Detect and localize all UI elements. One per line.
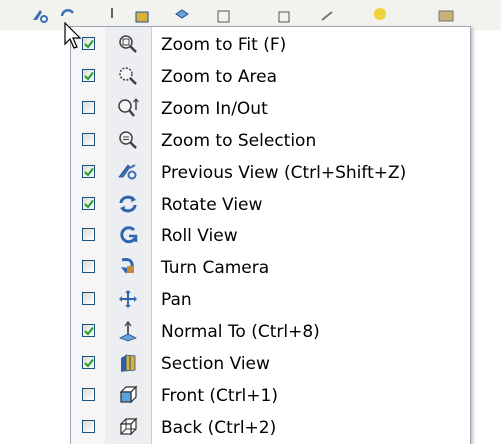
- rotate-view-icon: [117, 193, 139, 215]
- menu-item-label: Roll View: [161, 226, 238, 247]
- menu-item[interactable]: Rotate View: [71, 189, 470, 221]
- normal-to-icon: [117, 320, 139, 342]
- menu-item[interactable]: Zoom to Selection: [71, 125, 470, 157]
- menu-item-label: Section View: [161, 354, 270, 374]
- menu-item-checkbox[interactable]: [82, 68, 95, 82]
- hide-show-icon[interactable]: [274, 6, 294, 26]
- roll-view-icon: [117, 224, 139, 246]
- menu-item[interactable]: Turn Camera: [71, 252, 470, 284]
- menu-item-checkbox[interactable]: [82, 228, 95, 242]
- menu-item-checkbox[interactable]: [82, 356, 95, 369]
- menu-item[interactable]: Previous View (Ctrl+Shift+Z): [71, 157, 470, 189]
- section-view-icon: [117, 352, 139, 374]
- section-view-icon[interactable]: [132, 6, 152, 26]
- normal-to-icon[interactable]: [102, 6, 122, 26]
- menu-item-checkbox[interactable]: [82, 132, 95, 146]
- turn-camera-icon: [117, 256, 139, 278]
- edit-appearance-icon[interactable]: [318, 6, 338, 26]
- previous-view-icon: [117, 161, 139, 183]
- menu-item-checkbox[interactable]: [82, 100, 95, 114]
- menu-item-label: Pan: [161, 290, 192, 311]
- menu-item-checkbox[interactable]: [82, 387, 95, 401]
- menu-item[interactable]: Zoom to Area: [71, 61, 470, 93]
- menu-item-label: Back (Ctrl+2): [161, 417, 277, 438]
- lights-icon[interactable]: [370, 6, 390, 26]
- previous-view-icon[interactable]: [30, 6, 50, 26]
- menu-item-label: Zoom In/Out: [161, 98, 268, 119]
- menu-item-label: Zoom to Fit (F): [161, 35, 287, 55]
- menu-item-label: Front (Ctrl+1): [161, 385, 278, 406]
- menu-item-label: Turn Camera: [161, 258, 270, 279]
- pan-icon: [117, 288, 139, 310]
- view-orientation-icon[interactable]: [172, 6, 192, 26]
- menu-item[interactable]: Zoom In/Out: [71, 93, 470, 125]
- zoom-to-fit-icon: [117, 33, 139, 55]
- menu-item[interactable]: Pan: [71, 284, 470, 316]
- menu-item-label: Normal To (Ctrl+8): [161, 322, 320, 343]
- menu-item-checkbox[interactable]: [82, 324, 95, 338]
- menu-item-checkbox[interactable]: [82, 164, 95, 178]
- front-view-icon: [117, 384, 139, 406]
- mouse-cursor-icon: [64, 21, 82, 54]
- menu-item[interactable]: Roll View: [71, 220, 470, 252]
- menu-item[interactable]: Back (Ctrl+2): [71, 412, 470, 444]
- menu-item-label: Zoom to Selection: [161, 130, 317, 151]
- menu-item-checkbox[interactable]: [82, 419, 95, 433]
- menu-item[interactable]: Zoom to Fit (F): [71, 29, 470, 61]
- menu-item-label: Rotate View: [161, 194, 263, 215]
- menu-item[interactable]: Section View: [71, 348, 470, 380]
- menu-item[interactable]: Front (Ctrl+1): [71, 380, 470, 412]
- zoom-in-out-icon: [117, 97, 139, 119]
- toolbar-customize-menu: Zoom to Fit (F) Zoom to Area Zoom In/Out Zo…: [70, 26, 471, 444]
- menu-item-checkbox[interactable]: [82, 37, 95, 50]
- back-view-icon: [117, 416, 139, 438]
- scene-icon[interactable]: [436, 6, 456, 26]
- display-style-icon[interactable]: [214, 6, 234, 26]
- menu-item-checkbox[interactable]: [82, 196, 95, 210]
- menu-item[interactable]: Normal To (Ctrl+8): [71, 316, 470, 348]
- zoom-to-area-icon: [117, 65, 139, 87]
- menu-item-checkbox[interactable]: [82, 260, 95, 274]
- zoom-to-selection-icon: [117, 129, 139, 151]
- menu-item-label: Zoom to Area: [161, 66, 278, 87]
- menu-item-checkbox[interactable]: [82, 292, 95, 306]
- menu-item-label: Previous View (Ctrl+Shift+Z): [161, 162, 407, 183]
